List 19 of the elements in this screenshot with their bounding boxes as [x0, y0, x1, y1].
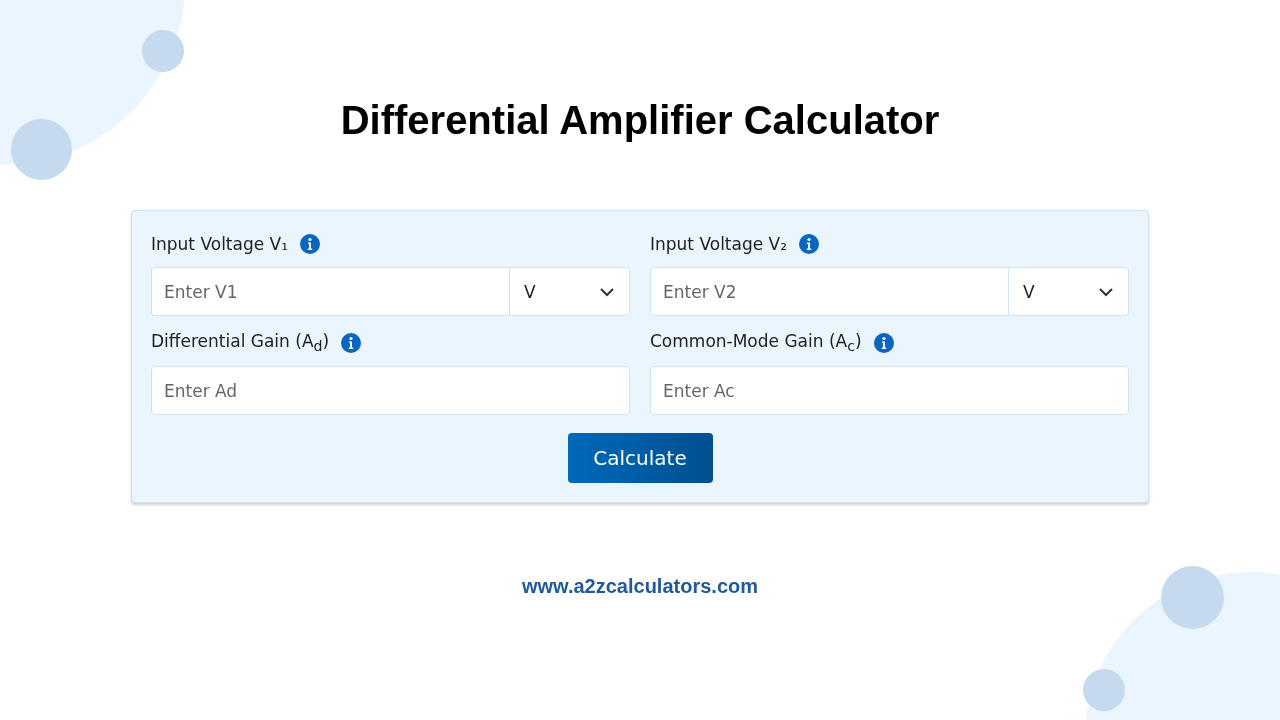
info-icon[interactable] [873, 333, 894, 353]
field-label: Common-Mode Gain (A$_{c}$) [650, 331, 862, 355]
number-input[interactable]: Enter V1 [151, 267, 509, 316]
unit-dropdown[interactable]: V [509, 267, 630, 316]
number-input[interactable]: Enter Ad [151, 366, 630, 415]
field-label: Input Voltage V₁ [151, 234, 289, 254]
info-icon[interactable] [341, 333, 362, 353]
page-title: Differential Amplifier Calculator [340, 97, 940, 144]
caret-icon [599, 286, 615, 297]
unit-dropdown[interactable]: V [1008, 267, 1129, 316]
field-label: Input Voltage V₂ [650, 234, 788, 254]
number-input[interactable]: Enter Ac [650, 366, 1129, 415]
info-icon[interactable] [799, 234, 820, 254]
website-url: www.a2zcalculators.com [522, 575, 758, 598]
calculate-button[interactable]: Calculate [567, 433, 713, 483]
field-label: Differential Gain (A$_{d}$) [151, 331, 330, 355]
info-icon[interactable] [300, 234, 321, 254]
caret-icon [1098, 286, 1114, 297]
number-input[interactable]: Enter V2 [650, 267, 1008, 316]
